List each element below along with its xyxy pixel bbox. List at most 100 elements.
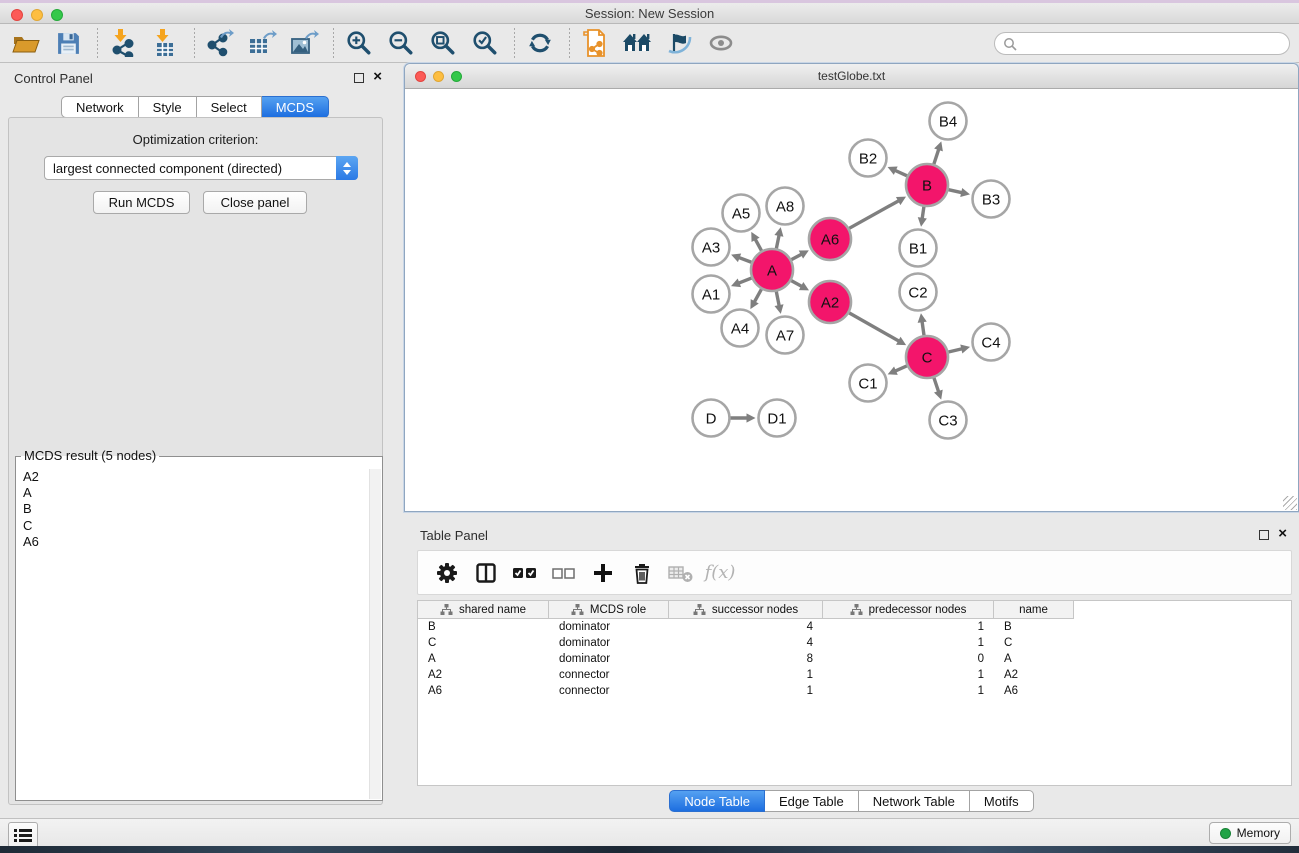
function-icon[interactable]: f(x) <box>703 558 737 588</box>
result-item[interactable]: A6 <box>17 534 369 550</box>
tab-network-table[interactable]: Network Table <box>859 790 970 812</box>
cell-predecessor-nodes[interactable]: 1 <box>823 683 994 699</box>
add-column-icon[interactable] <box>586 558 620 588</box>
edge-C-C4[interactable] <box>948 349 963 352</box>
edge-A-A1[interactable] <box>738 278 752 284</box>
cell-shared-name[interactable]: A <box>418 651 549 667</box>
open-session-icon[interactable] <box>580 28 610 58</box>
network-window-titlebar[interactable]: testGlobe.txt <box>405 64 1298 89</box>
table-row[interactable]: Cdominator41C <box>418 635 1291 651</box>
delete-icon[interactable] <box>625 558 659 588</box>
export-network-icon[interactable] <box>205 28 235 58</box>
result-item[interactable]: A <box>17 485 369 501</box>
import-table-icon[interactable] <box>150 28 180 58</box>
zoom-out-icon[interactable] <box>386 28 416 58</box>
column-header-MCDS-role[interactable]: MCDS role <box>549 601 669 619</box>
zoom-selected-icon[interactable] <box>470 28 500 58</box>
save-session-icon[interactable] <box>53 28 83 58</box>
tab-node-table[interactable]: Node Table <box>669 790 765 812</box>
tab-select[interactable]: Select <box>197 96 262 118</box>
cell-predecessor-nodes[interactable]: 0 <box>823 651 994 667</box>
close-table-panel-icon[interactable]: × <box>1278 525 1287 543</box>
cell-predecessor-nodes[interactable]: 1 <box>823 635 994 651</box>
edge-B-B3[interactable] <box>948 190 963 193</box>
cell-predecessor-nodes[interactable]: 1 <box>823 667 994 683</box>
table-row[interactable]: A2connector11A2 <box>418 667 1291 683</box>
tab-network[interactable]: Network <box>61 96 139 118</box>
cell-MCDS-role[interactable]: connector <box>549 667 669 683</box>
refresh-icon[interactable] <box>525 28 555 58</box>
table-row[interactable]: Adominator80A <box>418 651 1291 667</box>
task-history-button[interactable] <box>8 822 38 848</box>
search-input[interactable] <box>1017 35 1289 53</box>
delete-table-icon[interactable] <box>664 558 698 588</box>
tab-mcds[interactable]: MCDS <box>262 96 329 118</box>
cell-predecessor-nodes[interactable]: 1 <box>823 619 994 635</box>
run-mcds-button[interactable]: Run MCDS <box>93 191 190 214</box>
flag-icon[interactable] <box>664 28 694 58</box>
close-panel-icon[interactable]: × <box>373 68 382 86</box>
edge-A2-C[interactable] <box>849 313 900 342</box>
gear-icon[interactable] <box>430 558 464 588</box>
edge-C-C3[interactable] <box>934 378 939 393</box>
edge-C-C1[interactable] <box>894 366 907 372</box>
columns-icon[interactable] <box>469 558 503 588</box>
cell-successor-nodes[interactable]: 1 <box>669 667 823 683</box>
edge-A6-B[interactable] <box>849 200 900 228</box>
cell-MCDS-role[interactable]: dominator <box>549 651 669 667</box>
tab-motifs[interactable]: Motifs <box>970 790 1034 812</box>
edge-A-A4[interactable] <box>754 289 762 303</box>
cell-MCDS-role[interactable]: connector <box>549 683 669 699</box>
import-network-icon[interactable] <box>108 28 138 58</box>
criterion-select[interactable]: largest connected component (directed) <box>44 156 358 180</box>
deselect-all-icon[interactable] <box>547 558 581 588</box>
cell-name[interactable]: A2 <box>994 667 1074 683</box>
cell-successor-nodes[interactable]: 4 <box>669 635 823 651</box>
export-table-icon[interactable] <box>247 28 277 58</box>
cell-shared-name[interactable]: C <box>418 635 549 651</box>
tab-edge-table[interactable]: Edge Table <box>765 790 859 812</box>
edge-A-A8[interactable] <box>776 234 779 249</box>
node-table[interactable]: shared nameMCDS rolesuccessor nodesprede… <box>417 600 1292 786</box>
cell-name[interactable]: A6 <box>994 683 1074 699</box>
edge-B-B4[interactable] <box>934 148 939 164</box>
cell-successor-nodes[interactable]: 4 <box>669 619 823 635</box>
memory-button[interactable]: Memory <box>1209 822 1291 844</box>
close-panel-button[interactable]: Close panel <box>203 191 307 214</box>
open-file-icon[interactable] <box>11 28 41 58</box>
edge-A-A7[interactable] <box>776 292 779 307</box>
cell-name[interactable]: C <box>994 635 1074 651</box>
cell-MCDS-role[interactable]: dominator <box>549 619 669 635</box>
cell-shared-name[interactable]: A2 <box>418 667 549 683</box>
tab-style[interactable]: Style <box>139 96 197 118</box>
column-header-name[interactable]: name <box>994 601 1074 619</box>
eye-icon[interactable] <box>706 28 736 58</box>
edge-A-A3[interactable] <box>738 257 752 262</box>
select-all-icon[interactable] <box>508 558 542 588</box>
export-image-icon[interactable] <box>289 28 319 58</box>
float-panel-icon[interactable] <box>354 73 364 83</box>
result-scrollbar[interactable] <box>369 469 381 799</box>
table-row[interactable]: Bdominator41B <box>418 619 1291 635</box>
resize-grip[interactable] <box>1283 496 1297 510</box>
mcds-result-list[interactable]: A2ABCA6 <box>17 469 369 799</box>
cell-shared-name[interactable]: A6 <box>418 683 549 699</box>
result-item[interactable]: B <box>17 501 369 517</box>
column-header-predecessor-nodes[interactable]: predecessor nodes <box>823 601 994 619</box>
zoom-fit-icon[interactable] <box>428 28 458 58</box>
cell-MCDS-role[interactable]: dominator <box>549 635 669 651</box>
column-header-shared-name[interactable]: shared name <box>418 601 549 619</box>
column-header-successor-nodes[interactable]: successor nodes <box>669 601 823 619</box>
cell-name[interactable]: A <box>994 651 1074 667</box>
cell-shared-name[interactable]: B <box>418 619 549 635</box>
table-row[interactable]: A6connector11A6 <box>418 683 1291 699</box>
edge-C-C2[interactable] <box>922 320 924 335</box>
zoom-in-icon[interactable] <box>344 28 374 58</box>
edge-A-A5[interactable] <box>755 238 762 251</box>
home-icon[interactable] <box>622 28 652 58</box>
cell-name[interactable]: B <box>994 619 1074 635</box>
cell-successor-nodes[interactable]: 1 <box>669 683 823 699</box>
result-item[interactable]: C <box>17 518 369 534</box>
network-canvas[interactable]: B4B2BB3A8A5A6A3B1AC2A1A2A4A7C4CC1DD1C3 <box>405 89 1298 511</box>
result-item[interactable]: A2 <box>17 469 369 485</box>
